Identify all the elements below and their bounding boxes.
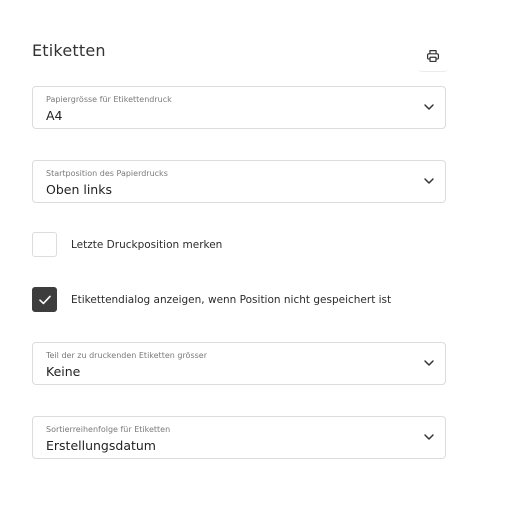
- show-dialog-label[interactable]: Etikettendialog anzeigen, wenn Position …: [71, 294, 391, 306]
- chevron-down-icon: [424, 434, 434, 440]
- chevron-down-icon: [424, 104, 434, 110]
- start-position-select[interactable]: Startposition des Papierdrucks Oben link…: [32, 160, 446, 203]
- section-title: Etiketten: [32, 41, 106, 60]
- chevron-down-icon: [424, 360, 434, 366]
- larger-part-select[interactable]: Teil der zu druckenden Etiketten grösser…: [32, 342, 446, 385]
- show-dialog-row: Etikettendialog anzeigen, wenn Position …: [32, 287, 391, 312]
- print-button[interactable]: [418, 41, 448, 72]
- printer-icon: [426, 49, 440, 63]
- larger-part-label: Teil der zu druckenden Etiketten grösser: [46, 351, 207, 360]
- paper-size-label: Papiergrösse für Etikettendruck: [46, 95, 172, 104]
- paper-size-select[interactable]: Papiergrösse für Etikettendruck A4: [32, 86, 446, 129]
- checkmark-icon: [38, 295, 51, 304]
- sort-order-value: Erstellungsdatum: [46, 438, 156, 453]
- remember-position-row: Letzte Druckposition merken: [32, 232, 222, 257]
- larger-part-value: Keine: [46, 364, 81, 379]
- show-dialog-checkbox[interactable]: [32, 287, 57, 312]
- start-position-label: Startposition des Papierdrucks: [46, 169, 168, 178]
- chevron-down-icon: [424, 178, 434, 184]
- start-position-value: Oben links: [46, 182, 112, 197]
- paper-size-value: A4: [46, 108, 63, 123]
- remember-position-label[interactable]: Letzte Druckposition merken: [71, 239, 222, 251]
- sort-order-label: Sortierreihenfolge für Etiketten: [46, 425, 171, 434]
- sort-order-select[interactable]: Sortierreihenfolge für Etiketten Erstell…: [32, 416, 446, 459]
- remember-position-checkbox[interactable]: [32, 232, 57, 257]
